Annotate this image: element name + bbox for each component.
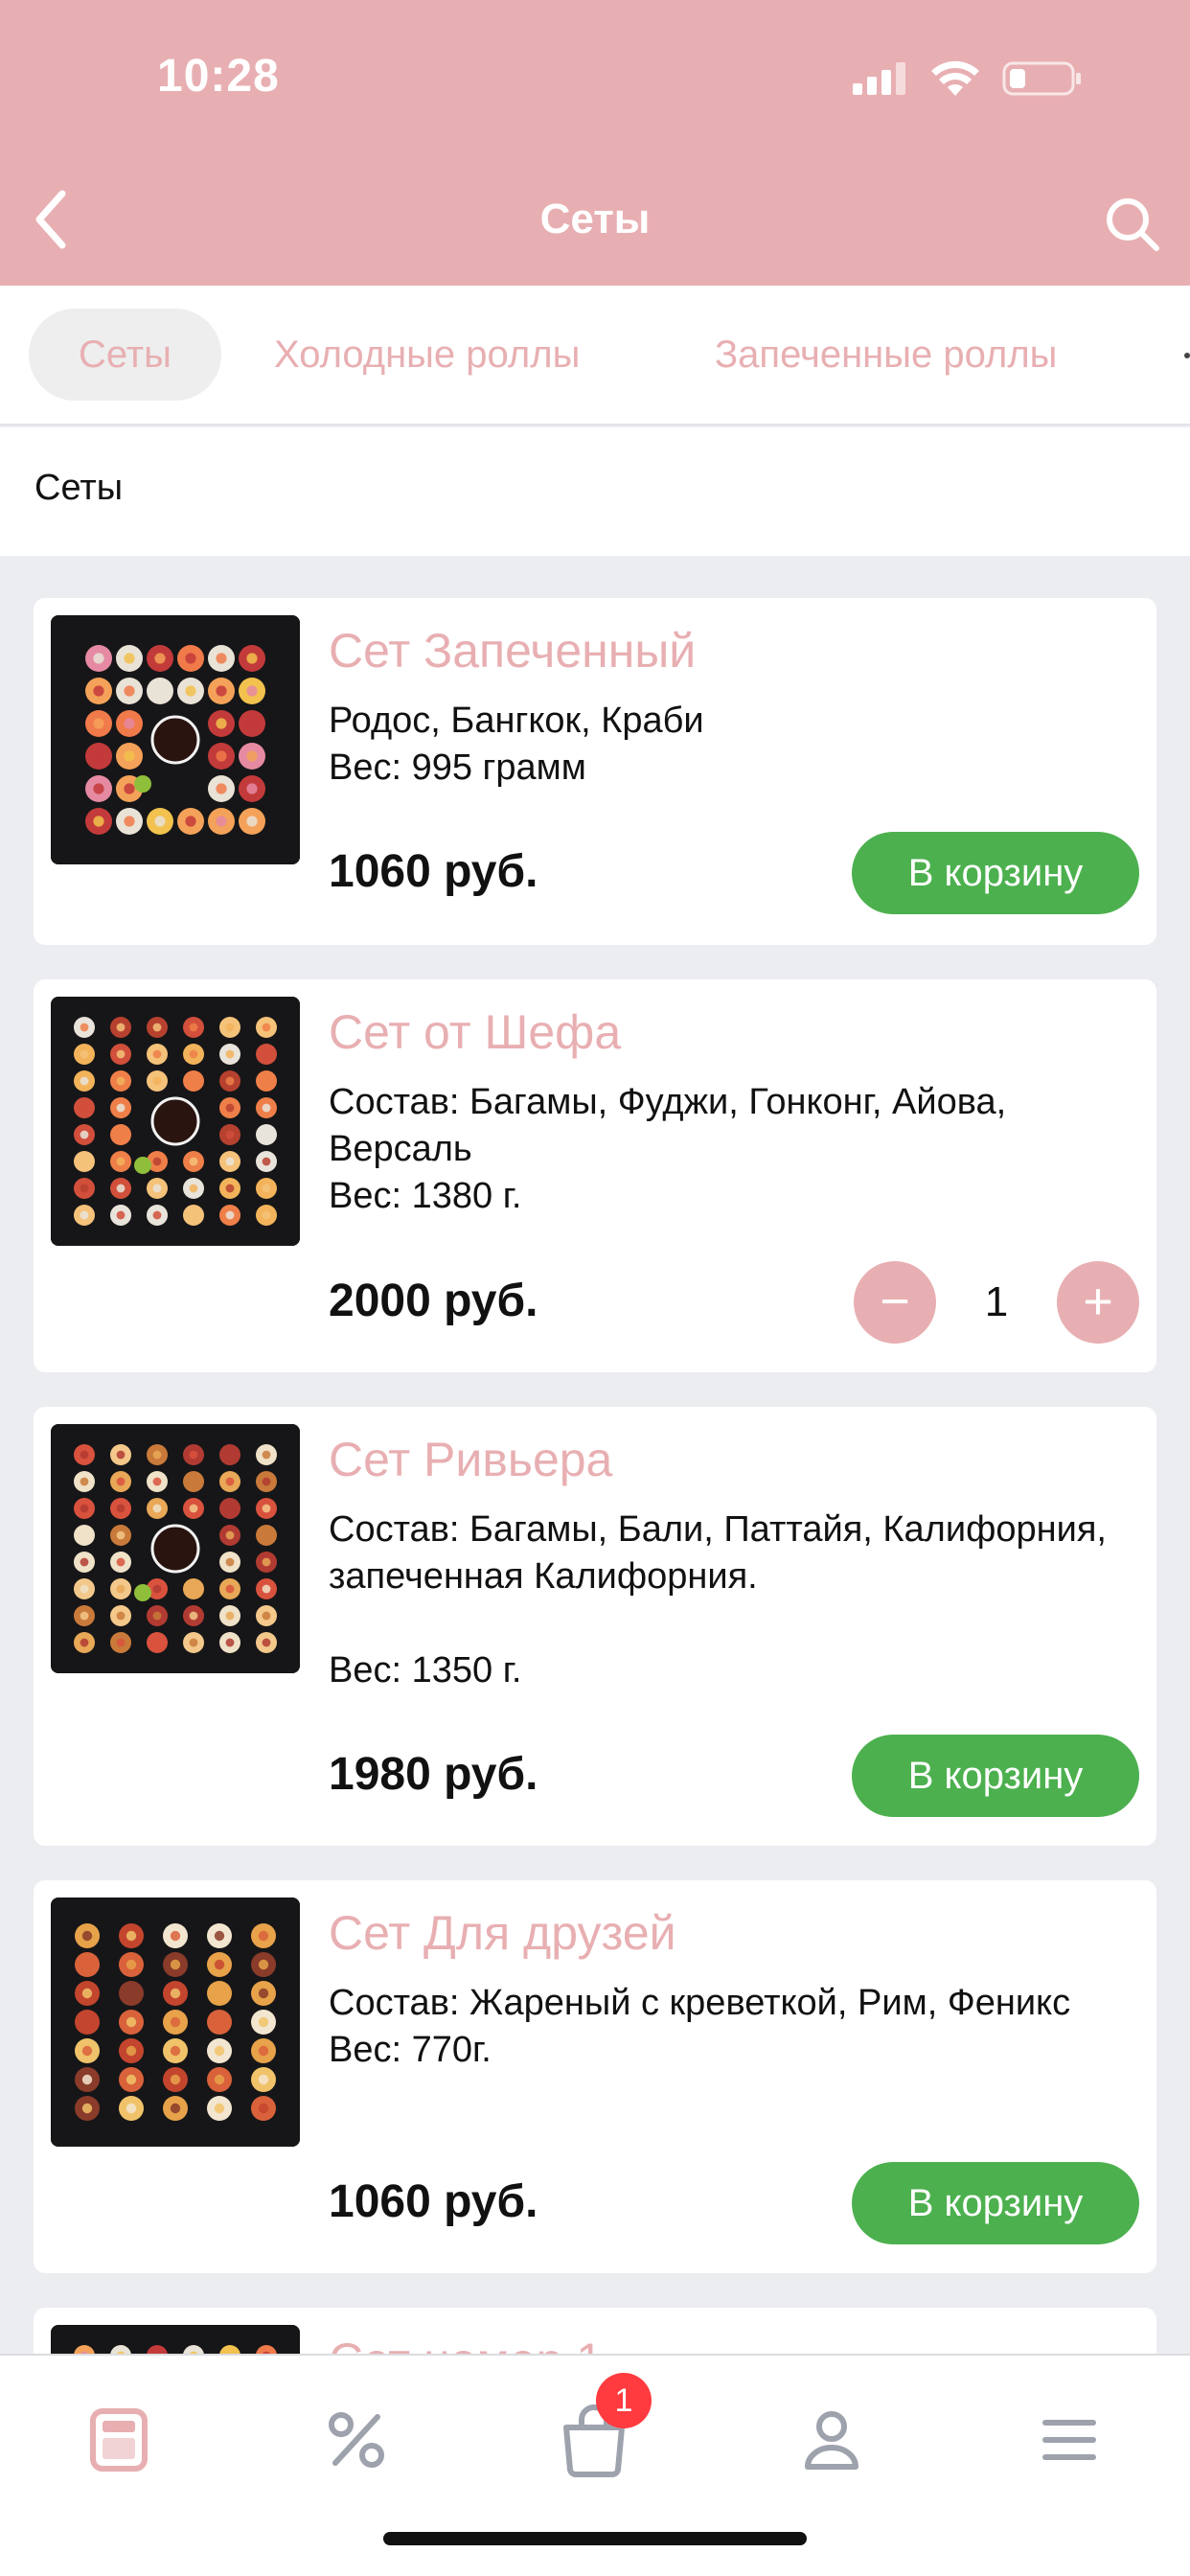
add-to-cart-button[interactable]: В корзину <box>852 2162 1139 2244</box>
product-image[interactable] <box>51 1898 300 2147</box>
battery-icon <box>1002 59 1083 103</box>
search-button[interactable] <box>1094 188 1171 264</box>
hamburger-icon <box>1041 2416 1098 2469</box>
tab-more[interactable] <box>1021 2394 1117 2490</box>
product-card[interactable]: Сет Ривьера Состав: Багамы, Бали, Паттай… <box>34 1407 1156 1846</box>
increase-quantity-button[interactable]: + <box>1057 1261 1139 1344</box>
product-title[interactable]: Сет Для друзей <box>329 1905 676 1961</box>
percent-icon <box>326 2409 387 2475</box>
wifi-icon <box>929 59 981 103</box>
quantity-stepper: − 1 + <box>854 1261 1139 1344</box>
product-description: Родос, Бангкок, Краби Вес: 995 грамм <box>329 701 704 788</box>
product-card[interactable]: Сет от Шефа Состав: Багамы, Фуджи, Гонко… <box>34 979 1156 1372</box>
tabs-scroll-indicator <box>1184 353 1190 358</box>
tab-sets[interactable]: Сеты <box>29 309 221 401</box>
add-to-cart-button[interactable]: В корзину <box>852 832 1139 914</box>
app-header: 10:28 Сеты <box>0 0 1190 286</box>
product-price: 1060 руб. <box>329 2176 538 2227</box>
product-price: 2000 руб. <box>329 1276 538 1326</box>
signal-icon <box>853 62 908 100</box>
home-indicator <box>383 2532 807 2545</box>
product-title[interactable]: Сет от Шефа <box>329 1004 621 1060</box>
tab-menu[interactable] <box>71 2394 167 2490</box>
quantity-value: 1 <box>984 1278 1009 1325</box>
section-title: Сеты <box>34 468 124 508</box>
tab-promotions[interactable] <box>309 2394 404 2490</box>
product-image[interactable] <box>51 997 300 1246</box>
product-price: 1980 руб. <box>329 1749 538 1800</box>
product-title[interactable]: Сет Запеченный <box>329 623 696 678</box>
cart-count-badge: 1 <box>596 2373 652 2428</box>
status-icons <box>853 59 1083 103</box>
product-title[interactable]: Сет Ривьера <box>329 1432 612 1487</box>
tab-baked-rolls[interactable]: Запеченные роллы <box>715 309 1057 401</box>
product-description: Состав: Жареный с креветкой, Рим, Феникс… <box>329 1983 1071 2070</box>
tab-cold-rolls[interactable]: Холодные роллы <box>274 309 580 401</box>
product-image[interactable] <box>51 1424 300 1673</box>
tab-profile[interactable] <box>784 2394 880 2490</box>
status-time: 10:28 <box>157 51 280 102</box>
product-card[interactable]: Сет Запеченный Родос, Бангкок, Краби Вес… <box>34 598 1156 945</box>
page-title: Сеты <box>539 196 651 242</box>
search-icon <box>1104 196 1161 258</box>
section-header: Сеты <box>0 427 1190 556</box>
add-to-cart-button[interactable]: В корзину <box>852 1735 1139 1817</box>
menu-book-icon <box>89 2407 149 2477</box>
decrease-quantity-button[interactable]: − <box>854 1261 936 1344</box>
profile-icon <box>803 2409 860 2475</box>
product-image[interactable] <box>51 615 300 864</box>
product-description: Состав: Багамы, Бали, Паттайя, Калифорни… <box>329 1509 1107 1690</box>
product-price: 1060 руб. <box>329 846 538 897</box>
product-card[interactable]: Сет Для друзей Состав: Жареный с креветк… <box>34 1880 1156 2273</box>
category-tabs: Сеты Холодные роллы Запеченные роллы <box>0 286 1190 426</box>
product-description: Состав: Багамы, Фуджи, Гонконг, Айова, В… <box>329 1082 1007 1216</box>
